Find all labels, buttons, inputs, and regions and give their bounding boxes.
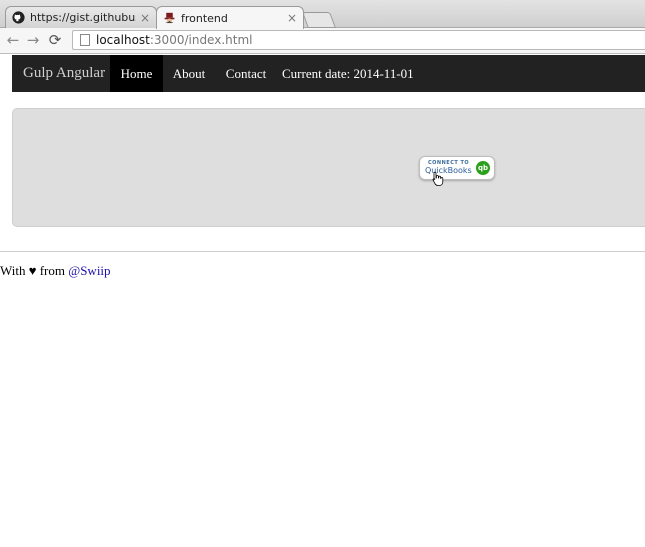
footer: With ♥ from @Swiip <box>0 263 111 279</box>
url-text: localhost:3000/index.html <box>96 33 252 47</box>
nav-item-about[interactable]: About <box>166 55 212 92</box>
reload-icon[interactable]: ⟳ <box>46 31 64 49</box>
hand-cursor-icon <box>432 171 444 186</box>
connect-to-quickbooks-button[interactable]: CONNECT TO QuickBooks qb <box>419 156 495 180</box>
close-tab-icon[interactable]: × <box>140 11 150 25</box>
browser-toolbar: ← → ⟳ localhost:3000/index.html <box>0 28 645 54</box>
current-date: Current date: 2014-11-01 <box>282 66 414 81</box>
tab-title: frontend <box>181 11 228 25</box>
jumbotron: CONNECT TO QuickBooks qb <box>12 108 645 227</box>
github-icon <box>12 11 25 24</box>
forward-icon[interactable]: → <box>24 31 42 49</box>
footer-from-text: from <box>39 263 65 278</box>
quickbooks-logo-icon: qb <box>476 161 490 175</box>
top-navbar: Gulp Angular Home About Contact Current … <box>12 55 645 92</box>
url-host: localhost <box>96 33 150 47</box>
footer-with-text: With <box>0 263 26 278</box>
divider <box>0 251 645 252</box>
heart-icon: ♥ <box>28 263 37 278</box>
tab-strip: https://gist.githubusercon × frontend × <box>0 0 645 29</box>
page-icon <box>80 34 90 46</box>
tab-gist[interactable]: https://gist.githubusercon × <box>5 6 157 28</box>
address-bar[interactable]: localhost:3000/index.html <box>72 30 645 50</box>
mustache-hat-icon <box>164 12 175 23</box>
close-tab-icon[interactable]: × <box>287 11 297 25</box>
footer-author-link[interactable]: @Swiip <box>68 263 110 278</box>
url-path: :3000/index.html <box>149 33 253 47</box>
navbar-brand[interactable]: Gulp Angular <box>23 55 105 92</box>
nav-item-home[interactable]: Home <box>110 55 163 92</box>
tab-title: https://gist.githubusercon <box>30 11 136 24</box>
back-icon[interactable]: ← <box>4 31 22 49</box>
nav-item-contact[interactable]: Contact <box>220 55 272 92</box>
tab-frontend[interactable]: frontend × <box>156 6 304 29</box>
new-tab-button[interactable] <box>302 12 336 28</box>
